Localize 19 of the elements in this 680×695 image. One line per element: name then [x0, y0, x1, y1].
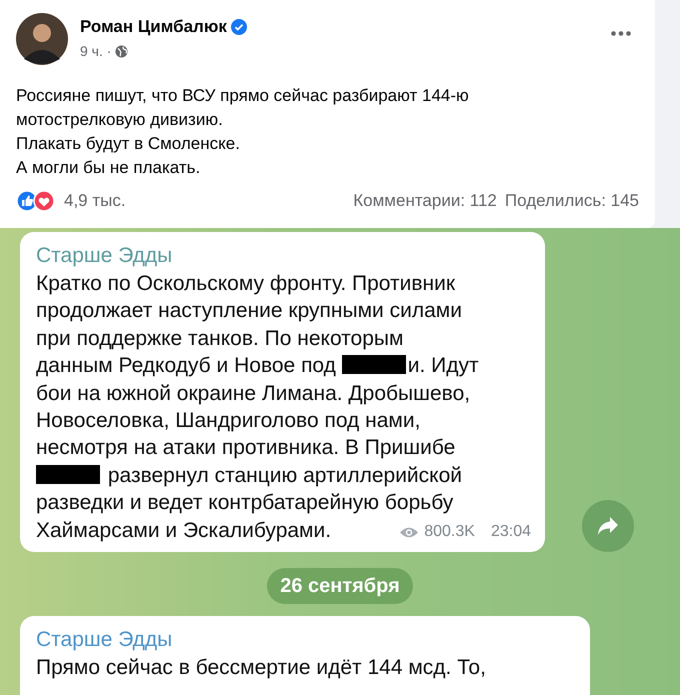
reaction-icons[interactable] [16, 190, 56, 212]
author-name[interactable]: Роман Цимбалюк [80, 17, 227, 37]
post-text: Россияне пишут, что ВСУ прямо сейчас разбирают 144-ю мотострелковую дивизию. Плакать будут в Смоленске. А могли бы не плакать. [16, 85, 470, 179]
sender-name: Старше Эдды [36, 627, 174, 654]
reaction-count[interactable]: 4,9 тыс. [64, 188, 126, 214]
post-time[interactable]: 9 ч. · [80, 41, 112, 62]
views-icon [399, 526, 420, 539]
message-time: 23:04 [490, 522, 531, 542]
globe-icon [115, 45, 128, 58]
more-options-icon[interactable] [611, 31, 631, 36]
avatar[interactable] [16, 13, 68, 65]
share-button[interactable] [582, 500, 634, 552]
message-text: Прямо сейчас в бессмертие идёт 144 мсд. То, [36, 655, 486, 682]
share-icon [597, 516, 619, 536]
view-count: 800.3K [424, 522, 475, 542]
shares-count[interactable]: Поделились: 145 [504, 188, 639, 214]
sender-name: Старше Эдды [36, 243, 174, 269]
comments-count[interactable]: Комментарии: 112 [353, 188, 497, 214]
date-pill: 26 сентября [267, 568, 413, 604]
